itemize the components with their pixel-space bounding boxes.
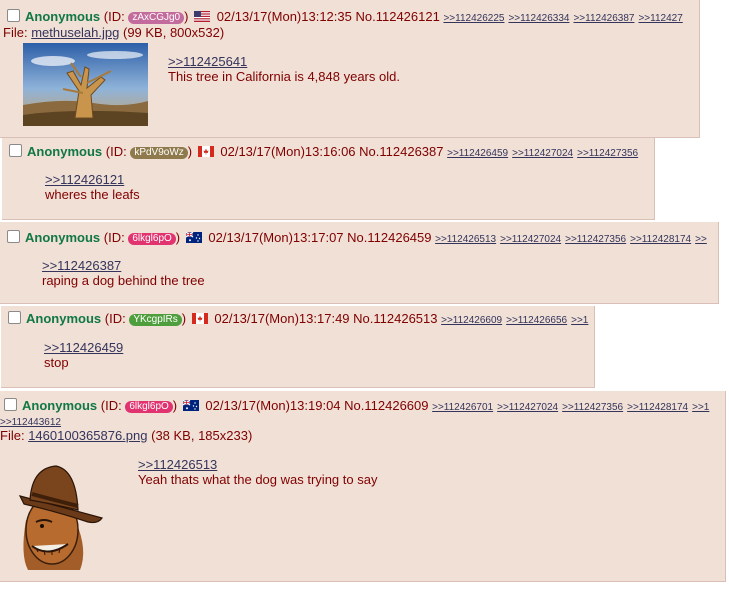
post-select-checkbox[interactable] [9, 144, 22, 157]
post-header-continued: >>112443612 [0, 414, 65, 429]
backlink[interactable]: >>112428174 [630, 234, 691, 245]
id-prefix: (ID: [100, 398, 126, 413]
quote-link[interactable]: >>112426121 [45, 172, 140, 187]
australia-flag-icon [185, 232, 202, 243]
file-meta: (38 KB, 185x233) [151, 428, 253, 443]
canada-flag-icon [191, 313, 208, 324]
canada-flag-icon [197, 146, 214, 157]
post-number[interactable]: No.112426387 [359, 144, 443, 159]
id-prefix: (ID: [104, 311, 130, 326]
poster-name: Anonymous [27, 144, 103, 159]
post: Anonymous (ID: 6lkgl6pO) 02/13/17(Mon)13… [0, 391, 726, 582]
poster-name: Anonymous [25, 230, 101, 245]
file-link[interactable]: methuselah.jpg [31, 25, 119, 40]
post-image-thumbnail[interactable] [23, 43, 148, 126]
poster-id-badge[interactable]: zAxCGJg0 [128, 12, 185, 24]
poster-name: Anonymous [25, 9, 101, 24]
file-meta: (99 KB, 800x532) [122, 25, 225, 40]
cowboy-hat-face-drawing [18, 460, 104, 570]
message-text: raping a dog behind the tree [42, 273, 205, 288]
backlink[interactable]: >>112426609 [441, 315, 502, 326]
post-select-checkbox[interactable] [7, 9, 20, 22]
backlink[interactable]: >>112443612 [0, 417, 61, 428]
backlink[interactable]: >>112428174 [627, 402, 688, 413]
post-datetime: 02/13/17(Mon)13:19:04 [205, 398, 341, 413]
poster-id-badge[interactable]: 6lkgl6pO [125, 401, 173, 413]
post-number[interactable]: No.112426609 [344, 398, 428, 413]
poster-name: Anonymous [22, 398, 98, 413]
post: Anonymous (ID: kPdV9oWz) 02/13/17(Mon)13… [2, 138, 655, 220]
quote-link[interactable]: >>112426459 [44, 340, 123, 355]
post-datetime: 02/13/17(Mon)13:16:06 [220, 144, 356, 159]
backlink[interactable]: >>112426459 [447, 148, 508, 159]
file-info: File: 1460100365876.png (38 KB, 185x233) [0, 428, 253, 443]
backlink[interactable]: >>112427356 [562, 402, 623, 413]
backlink[interactable]: >>112427024 [512, 148, 573, 159]
file-link[interactable]: 1460100365876.png [28, 428, 147, 443]
post: Anonymous (ID: YKcgpIRs) 02/13/17(Mon)13… [1, 306, 595, 388]
post-select-checkbox[interactable] [4, 398, 17, 411]
poster-id-badge[interactable]: kPdV9oWz [130, 147, 188, 159]
file-info: File: methuselah.jpg (99 KB, 800x532) [3, 25, 225, 40]
backlink[interactable]: >>1 [692, 402, 709, 413]
post-header: Anonymous (ID: 6lkgl6pO) 02/13/17(Mon)13… [7, 230, 711, 248]
post-header: Anonymous (ID: YKcgpIRs) 02/13/17(Mon)13… [8, 311, 592, 329]
post-number[interactable]: No.112426121 [355, 9, 439, 24]
post-message: >>112425641 This tree in California is 4… [168, 54, 400, 84]
post-datetime: 02/13/17(Mon)13:17:07 [208, 230, 344, 245]
poster-name: Anonymous [26, 311, 102, 326]
backlink[interactable]: >>112427024 [500, 234, 561, 245]
post-message: >>112426121 wheres the leafs [45, 172, 140, 202]
backlink[interactable]: >>112426701 [432, 402, 493, 413]
post-message: >>112426513 Yeah thats what the dog was … [138, 457, 377, 487]
post: Anonymous (ID: 6lkgl6pO) 02/13/17(Mon)13… [0, 222, 719, 304]
post-number[interactable]: No.112426513 [353, 311, 437, 326]
post: Anonymous (ID: zAxCGJg0) 02/13/17(Mon)13… [0, 0, 700, 138]
backlink[interactable]: >>112427024 [497, 402, 558, 413]
post-datetime: 02/13/17(Mon)13:17:49 [214, 311, 350, 326]
backlink[interactable]: >>1 [571, 315, 588, 326]
message-text: stop [44, 355, 69, 370]
id-prefix: (ID: [105, 144, 131, 159]
post-header: Anonymous (ID: 6lkgl6pO) 02/13/17(Mon)13… [4, 398, 713, 416]
post-message: >>112426387 raping a dog behind the tree [42, 258, 205, 288]
poster-id-badge[interactable]: 6lkgl6pO [128, 233, 176, 245]
backlink[interactable]: >>112426513 [435, 234, 496, 245]
post-header: Anonymous (ID: kPdV9oWz) 02/13/17(Mon)13… [9, 144, 642, 162]
bristlecone-pine-photo [23, 43, 148, 126]
backlink[interactable]: >>112426334 [508, 13, 569, 24]
australia-flag-icon [182, 400, 199, 411]
quote-link[interactable]: >>112426513 [138, 457, 377, 472]
backlink[interactable]: >>112426387 [573, 13, 634, 24]
post-datetime: 02/13/17(Mon)13:12:35 [216, 9, 352, 24]
id-prefix: (ID: [103, 9, 129, 24]
message-text: This tree in California is 4,848 years o… [168, 69, 400, 84]
backlink[interactable]: >>112426225 [443, 13, 504, 24]
poster-id-badge[interactable]: YKcgpIRs [129, 314, 182, 326]
message-text: Yeah thats what the dog was trying to sa… [138, 472, 378, 487]
post-select-checkbox[interactable] [7, 230, 20, 243]
us-flag-icon [194, 11, 211, 22]
message-text: wheres the leafs [45, 187, 140, 202]
backlink[interactable]: >>112427356 [577, 148, 638, 159]
id-prefix: (ID: [103, 230, 129, 245]
backlink[interactable]: >> [695, 234, 707, 245]
post-message: >>112426459 stop [44, 340, 123, 370]
quote-link[interactable]: >>112425641 [168, 54, 400, 69]
backlink[interactable]: >>112427356 [565, 234, 626, 245]
post-select-checkbox[interactable] [8, 311, 21, 324]
quote-link[interactable]: >>112426387 [42, 258, 205, 273]
backlink[interactable]: >>112426656 [506, 315, 567, 326]
post-number[interactable]: No.112426459 [347, 230, 431, 245]
post-image-thumbnail[interactable] [18, 460, 104, 570]
backlink[interactable]: >>112427 [638, 13, 682, 24]
